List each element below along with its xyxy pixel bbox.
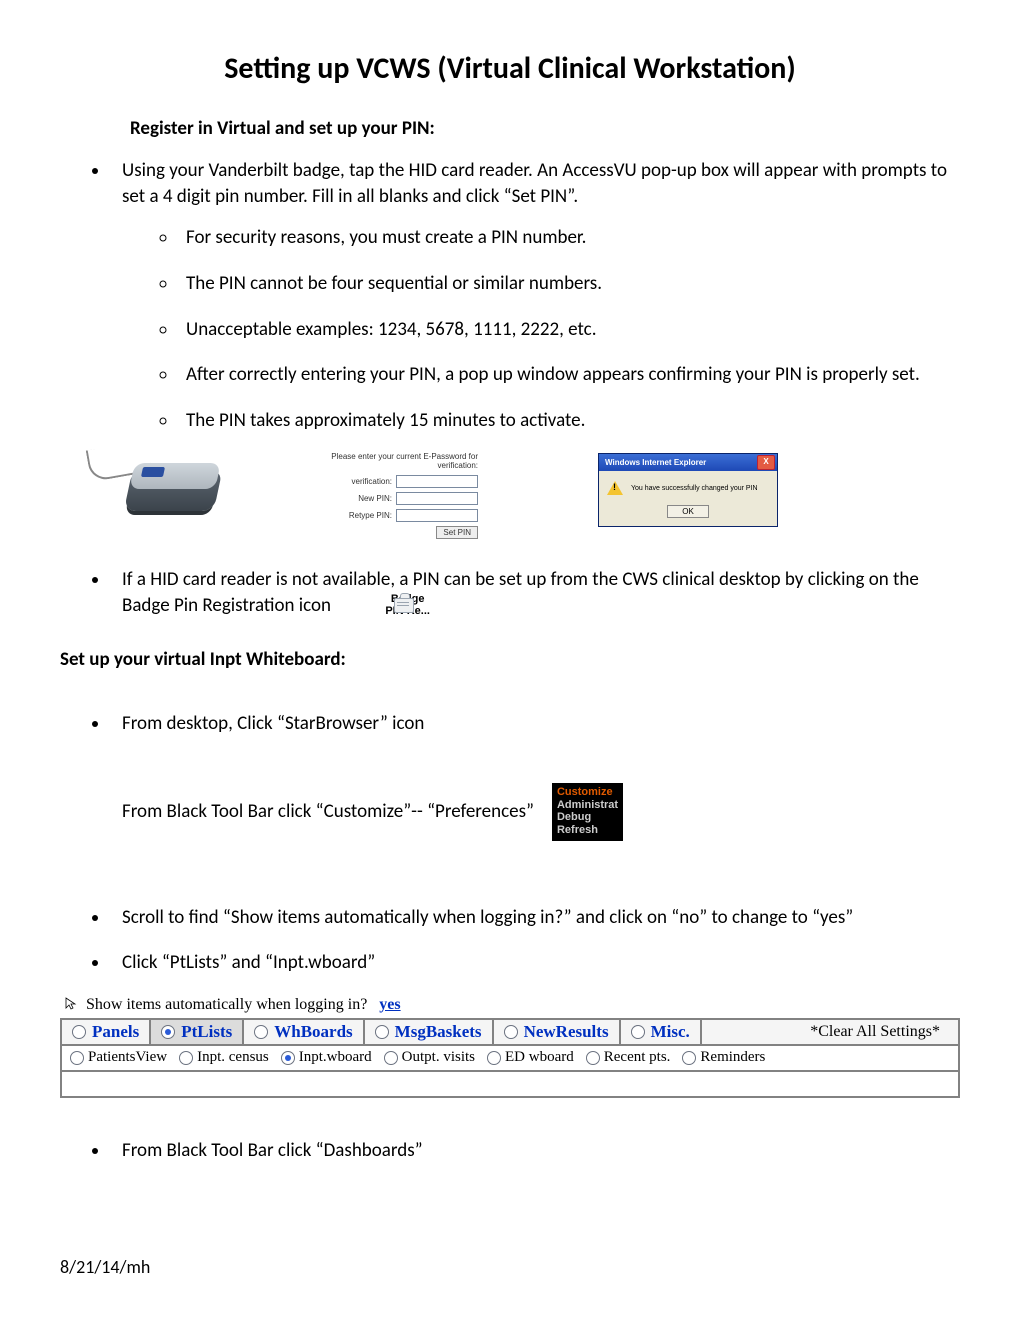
toolbar-refresh[interactable]: Refresh	[557, 824, 618, 837]
opt-label: PatientsView	[88, 1049, 167, 1066]
section-whiteboard-heading: Set up your virtual Inpt Whiteboard:	[60, 648, 960, 671]
subbullet-no-sequential: The PIN cannot be four sequential or sim…	[178, 271, 960, 297]
opt-label: Reminders	[700, 1049, 765, 1066]
tab-whboards[interactable]: WhBoards	[244, 1020, 364, 1044]
radio-icon[interactable]	[487, 1051, 501, 1065]
pin-form-instruction: Please enter your current E-Password for…	[308, 453, 478, 471]
bullet-dashboards: From Black Tool Bar click “Dashboards”	[110, 1138, 960, 1164]
black-toolbar-screenshot: Customize Administrat Debug Refresh	[552, 783, 623, 841]
prefs-tabstrip: Panels PtLists WhBoards MsgBaskets NewRe…	[60, 1018, 960, 1046]
bullet-customize-preferences: From Black Tool Bar click “Customize”-- …	[110, 783, 960, 841]
clear-all-settings-link[interactable]: *Clear All Settings*	[792, 1020, 958, 1044]
subbullet-security: For security reasons, you must create a …	[178, 225, 960, 251]
radio-icon[interactable]	[384, 1051, 398, 1065]
opt-label: Recent pts.	[604, 1049, 671, 1066]
tab-label: MsgBaskets	[395, 1022, 482, 1042]
bullet-register-main: Using your Vanderbilt badge, tap the HID…	[110, 158, 960, 433]
opt-patientsview[interactable]: PatientsView	[70, 1049, 167, 1066]
radio-icon[interactable]	[161, 1025, 175, 1039]
badge-pin-registration-icon[interactable]: Badge PIN Re...	[385, 593, 430, 617]
set-pin-form-screenshot: Please enter your current E-Password for…	[308, 453, 478, 539]
opt-reminders[interactable]: Reminders	[682, 1049, 765, 1066]
tab-label: Misc.	[651, 1022, 690, 1042]
opt-label: Outpt. visits	[402, 1049, 475, 1066]
radio-icon[interactable]	[281, 1051, 295, 1065]
close-icon[interactable]: X	[757, 455, 775, 470]
opt-outpt-visits[interactable]: Outpt. visits	[384, 1049, 475, 1066]
bullet-text: From Black Tool Bar click “Customize”-- …	[122, 799, 534, 825]
opt-inpt-wboard[interactable]: Inpt.wboard	[281, 1049, 372, 1066]
dialog-title: Windows Internet Explorer	[605, 458, 706, 467]
radio-icon[interactable]	[586, 1051, 600, 1065]
preferences-screenshot: Show items automatically when logging in…	[60, 996, 960, 1098]
radio-icon[interactable]	[375, 1025, 389, 1039]
ie-confirmation-dialog: Windows Internet Explorer X You have suc…	[598, 453, 778, 527]
prefs-yes-link[interactable]: yes	[379, 996, 400, 1013]
prefs-empty-row	[60, 1072, 960, 1098]
bullet-text: Using your Vanderbilt badge, tap the HID…	[122, 159, 947, 208]
toolbar-customize[interactable]: Customize	[557, 786, 618, 799]
ok-button[interactable]: OK	[667, 505, 709, 518]
tab-msgbaskets[interactable]: MsgBaskets	[365, 1020, 494, 1044]
bullet-show-items-auto: Scroll to find “Show items automatically…	[110, 905, 960, 931]
pin-form-verification-label: verification:	[352, 477, 392, 486]
opt-label: Inpt.wboard	[299, 1049, 372, 1066]
radio-icon[interactable]	[254, 1025, 268, 1039]
bullet-no-hid-reader: If a HID card reader is not available, a…	[110, 567, 960, 618]
subbullet-activate-time: The PIN takes approximately 15 minutes t…	[178, 408, 960, 434]
opt-ed-wboard[interactable]: ED wboard	[487, 1049, 574, 1066]
radio-icon[interactable]	[631, 1025, 645, 1039]
prefs-question: Show items automatically when logging in…	[86, 996, 367, 1013]
bullet-text: If a HID card reader is not available, a…	[122, 568, 919, 617]
set-pin-button[interactable]: Set PIN	[436, 526, 478, 539]
opt-label: Inpt. census	[197, 1049, 269, 1066]
tab-label: NewResults	[524, 1022, 609, 1042]
tab-label: PtLists	[181, 1022, 232, 1042]
new-pin-field[interactable]	[396, 492, 478, 505]
subbullet-confirm-popup: After correctly entering your PIN, a pop…	[178, 362, 960, 388]
opt-inpt-census[interactable]: Inpt. census	[179, 1049, 269, 1066]
verification-field[interactable]	[396, 475, 478, 488]
retype-pin-field[interactable]	[396, 509, 478, 522]
new-pin-label: New PIN:	[358, 494, 392, 503]
bullet-starbrowser: From desktop, Click “StarBrowser” icon	[110, 711, 960, 737]
illustration-row: Please enter your current E-Password for…	[108, 453, 960, 539]
cursor-icon	[64, 997, 78, 1011]
tab-ptlists[interactable]: PtLists	[151, 1020, 244, 1044]
radio-icon[interactable]	[70, 1051, 84, 1065]
toolbar-administrat[interactable]: Administrat	[557, 799, 618, 812]
prefs-sub-options: PatientsView Inpt. census Inpt.wboard Ou…	[60, 1046, 960, 1072]
tab-panels[interactable]: Panels	[62, 1020, 151, 1044]
section-register-heading: Register in Virtual and set up your PIN:	[130, 117, 960, 140]
dialog-message: You have successfully changed your PIN	[631, 485, 758, 493]
warning-icon	[607, 481, 623, 495]
radio-icon[interactable]	[179, 1051, 193, 1065]
toolbar-debug[interactable]: Debug	[557, 811, 618, 824]
opt-label: ED wboard	[505, 1049, 574, 1066]
opt-recent-pts[interactable]: Recent pts.	[586, 1049, 671, 1066]
page-title: Setting up VCWS (Virtual Clinical Workst…	[60, 50, 960, 87]
retype-pin-label: Retype PIN:	[349, 511, 392, 520]
radio-icon[interactable]	[504, 1025, 518, 1039]
bullet-click-ptlists: Click “PtLists” and “Inpt.wboard”	[110, 950, 960, 976]
tab-misc[interactable]: Misc.	[621, 1020, 702, 1044]
tab-label: Panels	[92, 1022, 139, 1042]
hid-card-reader-icon	[108, 453, 228, 533]
subbullet-unacceptable-examples: Unacceptable examples: 1234, 5678, 1111,…	[178, 317, 960, 343]
radio-icon[interactable]	[682, 1051, 696, 1065]
tab-label: WhBoards	[274, 1022, 352, 1042]
page-footer-date: 8/21/14/mh	[60, 1256, 150, 1278]
radio-icon[interactable]	[72, 1025, 86, 1039]
tab-newresults[interactable]: NewResults	[494, 1020, 621, 1044]
